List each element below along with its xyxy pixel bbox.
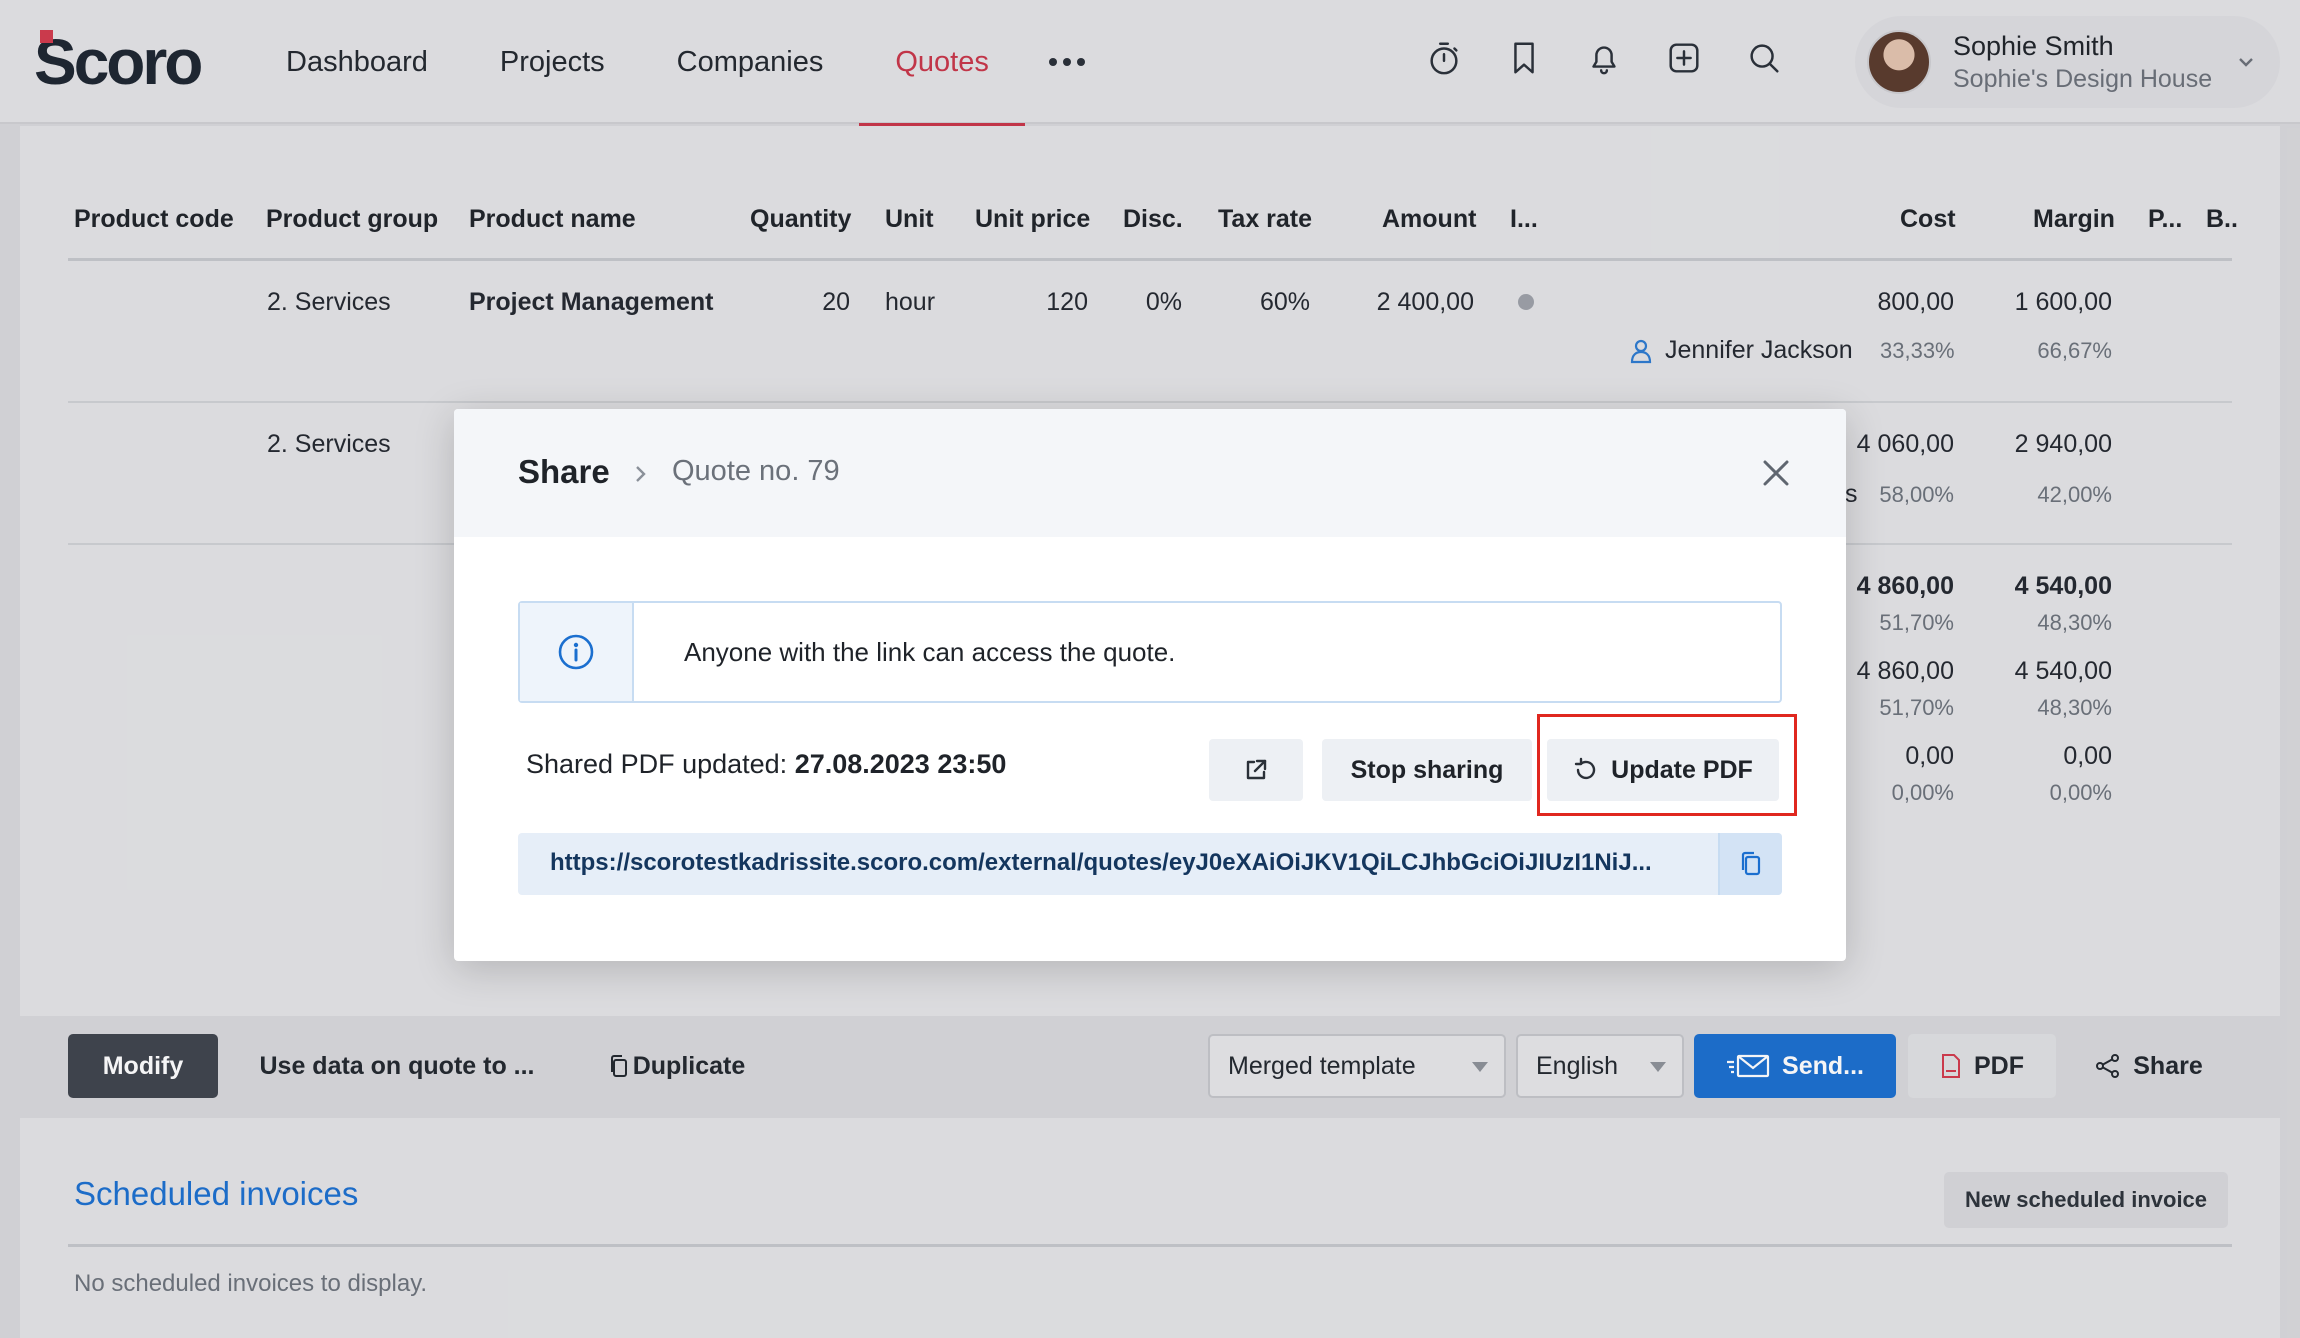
info-icon-wrap xyxy=(520,603,634,701)
info-notice: Anyone with the link can access the quot… xyxy=(518,601,1782,703)
modal-title: Share xyxy=(518,453,610,490)
chevron-right-icon xyxy=(632,461,650,492)
shared-date: 27.08.2023 23:50 xyxy=(794,749,1007,779)
share-modal: Share Quote no. 79 Anyone with the link … xyxy=(454,409,1846,961)
copy-link-icon[interactable] xyxy=(1718,833,1782,895)
open-external-button[interactable] xyxy=(1209,739,1303,801)
info-text: Anyone with the link can access the quot… xyxy=(684,637,1176,667)
shared-pdf-status: Shared PDF updated: 27.08.2023 23:50 xyxy=(526,749,1006,780)
share-url[interactable]: https://scorotestkadrissite.scoro.com/ex… xyxy=(550,849,1680,877)
modal-breadcrumb: Quote no. 79 xyxy=(672,455,840,487)
info-icon xyxy=(558,634,594,670)
close-icon[interactable] xyxy=(1756,453,1796,493)
shared-label: Shared PDF updated: xyxy=(526,749,788,779)
share-url-field[interactable]: https://scorotestkadrissite.scoro.com/ex… xyxy=(518,833,1782,895)
modal-header: Share Quote no. 79 xyxy=(454,409,1846,537)
external-link-icon xyxy=(1246,759,1267,780)
update-pdf-highlight xyxy=(1537,714,1797,816)
stop-sharing-button[interactable]: Stop sharing xyxy=(1322,739,1532,801)
